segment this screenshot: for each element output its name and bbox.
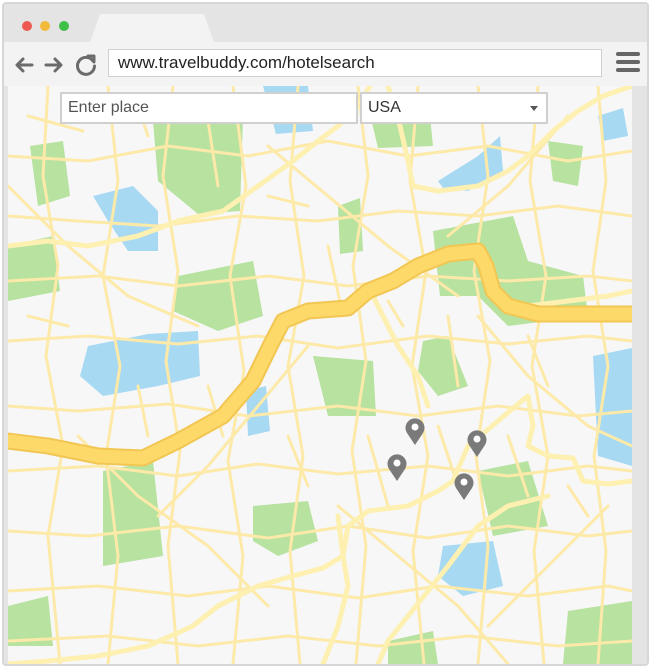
title-bar xyxy=(4,4,647,42)
maximize-window-button[interactable] xyxy=(59,21,69,31)
hotel-marker-icon[interactable] xyxy=(386,452,408,482)
back-arrow-icon[interactable] xyxy=(12,53,36,77)
close-window-button[interactable] xyxy=(22,21,32,31)
place-search-input[interactable] xyxy=(60,92,358,124)
dropdown-arrow-icon xyxy=(530,106,538,111)
hotel-marker-icon[interactable] xyxy=(404,416,426,446)
reload-icon[interactable] xyxy=(74,53,98,77)
hotel-marker-icon[interactable] xyxy=(453,471,475,501)
browser-tab[interactable] xyxy=(90,14,214,42)
country-select[interactable]: USA xyxy=(360,92,548,124)
hotel-marker-icon[interactable] xyxy=(466,428,488,458)
forward-arrow-icon[interactable] xyxy=(42,53,66,77)
map-canvas[interactable] xyxy=(8,86,632,664)
browser-toolbar: www.travelbuddy.com/hotelsearch xyxy=(4,42,647,86)
minimize-window-button[interactable] xyxy=(40,21,50,31)
browser-window: www.travelbuddy.com/hotelsearch Enter pl… xyxy=(2,2,649,666)
hamburger-menu-icon[interactable] xyxy=(616,52,640,76)
map-view[interactable]: USA xyxy=(8,86,632,664)
url-bar[interactable]: www.travelbuddy.com/hotelsearch xyxy=(108,49,602,77)
country-select-value: USA xyxy=(368,99,401,116)
